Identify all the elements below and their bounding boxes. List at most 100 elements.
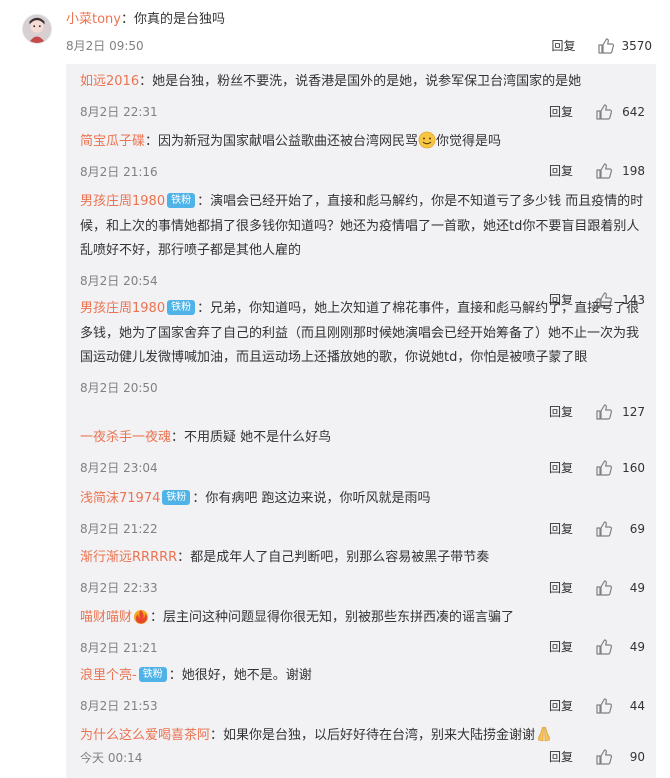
- like-count: 49: [629, 640, 645, 654]
- like-count: 160: [622, 461, 645, 475]
- like-count: 127: [622, 405, 645, 419]
- fan-badge: 铁粉: [138, 667, 167, 682]
- comment-content: 你有病吧 跑这边来说，你听风就是雨吗: [205, 491, 431, 506]
- comment-content-tail: 你觉得是吗: [436, 134, 502, 149]
- like-count: 44: [629, 699, 645, 713]
- thumbs-up-icon: [596, 104, 613, 120]
- comment-username[interactable]: 浅简沫71974: [80, 491, 160, 506]
- comment-content: 如果你是台独，以后好好待在台湾，别来大陆捞金谢谢: [223, 728, 536, 743]
- thumbs-up-icon: [596, 404, 613, 420]
- comment-actions: 回复 90: [549, 747, 645, 767]
- like-count: 642: [622, 105, 645, 119]
- sub-comment: 一夜杀手一夜魂：不用质疑 她不是什么好鸟 8月2日 23:04 回复 160: [80, 428, 645, 478]
- fan-badge: 铁粉: [167, 300, 196, 315]
- comment-actions: 回复 49: [549, 637, 645, 657]
- separator: ：: [177, 550, 191, 565]
- sub-comment: 男孩庄周1980 铁粉 ：演唱会已经开始了，直接和彪马解约，你是不知道亏了多少钱 而…: [80, 190, 645, 308]
- comment-username[interactable]: 男孩庄周1980: [80, 194, 165, 209]
- like-button[interactable]: 49: [595, 578, 645, 598]
- like-button[interactable]: 44: [595, 696, 645, 716]
- separator: ：: [192, 491, 206, 506]
- like-button[interactable]: 160: [595, 458, 645, 478]
- separator: ：: [139, 74, 153, 89]
- like-button[interactable]: 127: [595, 402, 645, 422]
- reply-button[interactable]: 回复: [549, 696, 573, 716]
- comment-actions: 回复 49: [549, 578, 645, 598]
- fire-badge-icon: [132, 607, 150, 625]
- comment-username[interactable]: 小菜tony: [66, 12, 121, 27]
- reply-button[interactable]: 回复: [549, 402, 573, 422]
- comment-time: 8月2日 09:50: [66, 39, 144, 53]
- comment-actions: 回复 642: [549, 102, 645, 122]
- reply-button[interactable]: 回复: [549, 458, 573, 478]
- thumbs-up-icon: [596, 749, 613, 765]
- like-count: 198: [622, 164, 645, 178]
- sub-comment: 喵财喵财 ：层主问这种问题显得你很无知，别被那些东拼西凑的谣言骗了 8月2日 21…: [80, 607, 645, 658]
- sub-comment: 如远2016：她是台独，粉丝不要洗，说香港是国外的是她，说参军保卫台湾国家的是她…: [80, 72, 645, 122]
- comment-time: 8月2日 20:50: [80, 380, 158, 395]
- thumbs-up-icon: [598, 38, 615, 54]
- separator: ：: [197, 194, 211, 209]
- separator: ：: [197, 301, 211, 316]
- comment-username[interactable]: 渐行渐远RRRRR: [80, 550, 177, 565]
- separator: ：: [145, 134, 159, 149]
- separator: ：: [210, 728, 224, 743]
- comment-content: 都是成年人了自己判断吧，别那么容易被黑子带节奏: [190, 550, 490, 565]
- like-button[interactable]: 90: [595, 747, 645, 767]
- thumbs-up-icon: [596, 163, 613, 179]
- comment-content: 因为新冠为国家献唱公益歌曲还被台湾网民骂: [158, 134, 419, 149]
- sub-comment: 渐行渐远RRRRR：都是成年人了自己判断吧，别那么容易被黑子带节奏 8月2日 2…: [80, 548, 645, 598]
- thumbs-up-icon: [596, 639, 613, 655]
- sub-comments-panel: 如远2016：她是台独，粉丝不要洗，说香港是国外的是她，说参军保卫台湾国家的是她…: [66, 64, 656, 778]
- comment-username[interactable]: 喵财喵财: [80, 610, 132, 625]
- comment-username[interactable]: 如远2016: [80, 74, 139, 89]
- comment-username[interactable]: 为什么这么爱喝喜茶阿: [80, 728, 210, 743]
- praying-hands-emoji-icon: [535, 725, 553, 743]
- comment-username[interactable]: 简宝瓜子碟: [80, 134, 145, 149]
- comment-username[interactable]: 男孩庄周1980: [80, 301, 165, 316]
- separator: ：: [171, 430, 185, 445]
- like-count: 69: [629, 522, 645, 536]
- reply-button[interactable]: 回复: [549, 519, 573, 539]
- sub-comment: 男孩庄周1980 铁粉 ：兄弟，你知道吗，她上次知道了棉花事件，直接和彪马解约了，直…: [80, 297, 645, 420]
- main-comment: 小菜tony：你真的是台独吗 8月2日 09:50 回复 3570: [0, 0, 670, 64]
- reply-button[interactable]: 回复: [549, 747, 573, 767]
- comment-content: 她很好，她不是。谢谢: [181, 668, 312, 683]
- comment-actions: 回复 127: [549, 402, 645, 422]
- fan-badge: 铁粉: [167, 193, 196, 208]
- comment-content: 她是台独，粉丝不要洗，说香港是国外的是她，说参军保卫台湾国家的是她: [152, 74, 582, 89]
- thumbs-up-icon: [596, 521, 613, 537]
- thumbs-up-icon: [596, 698, 613, 714]
- sub-comment: 浅简沫71974 铁粉 ：你有病吧 跑这边来说，你听风就是雨吗 8月2日 21:22…: [80, 489, 645, 539]
- comment-username[interactable]: 浪里个亮-: [80, 668, 137, 683]
- thumbs-up-icon: [596, 580, 613, 596]
- like-button[interactable]: 642: [595, 102, 645, 122]
- comment-actions: 回复 3570: [551, 36, 652, 56]
- like-count: 49: [629, 581, 645, 595]
- like-count: 90: [629, 750, 645, 764]
- separator: ：: [168, 668, 182, 683]
- thumbs-up-icon: [596, 460, 613, 476]
- like-button[interactable]: 198: [595, 161, 645, 181]
- comment-content: 你真的是台独吗: [134, 12, 226, 27]
- like-button[interactable]: 69: [595, 519, 645, 539]
- main-comment-text: 小菜tony：你真的是台独吗: [66, 10, 225, 30]
- separator: ：: [150, 610, 164, 625]
- comment-time: 8月2日 20:54: [80, 273, 158, 288]
- avatar[interactable]: [22, 14, 52, 44]
- comment-actions: 回复 69: [549, 519, 645, 539]
- like-count: 3570: [621, 39, 652, 53]
- sub-comment: 为什么这么爱喝喜茶阿：如果你是台独，以后好好待在台湾，别来大陆捞金谢谢 今天 0…: [80, 725, 645, 768]
- reply-button[interactable]: 回复: [549, 102, 573, 122]
- like-button[interactable]: 3570: [597, 36, 652, 56]
- reply-button[interactable]: 回复: [549, 578, 573, 598]
- reply-button[interactable]: 回复: [549, 161, 573, 181]
- smile-emoji-icon: [418, 131, 436, 149]
- separator: ：: [120, 12, 134, 27]
- comment-actions: 回复 44: [549, 696, 645, 716]
- comment-username[interactable]: 一夜杀手一夜魂: [80, 430, 171, 445]
- like-button[interactable]: 49: [595, 637, 645, 657]
- sub-comment: 浪里个亮- 铁粉 ：她很好，她不是。谢谢 8月2日 21:53 回复 44: [80, 666, 645, 716]
- reply-button[interactable]: 回复: [549, 637, 573, 657]
- reply-button[interactable]: 回复: [551, 36, 575, 56]
